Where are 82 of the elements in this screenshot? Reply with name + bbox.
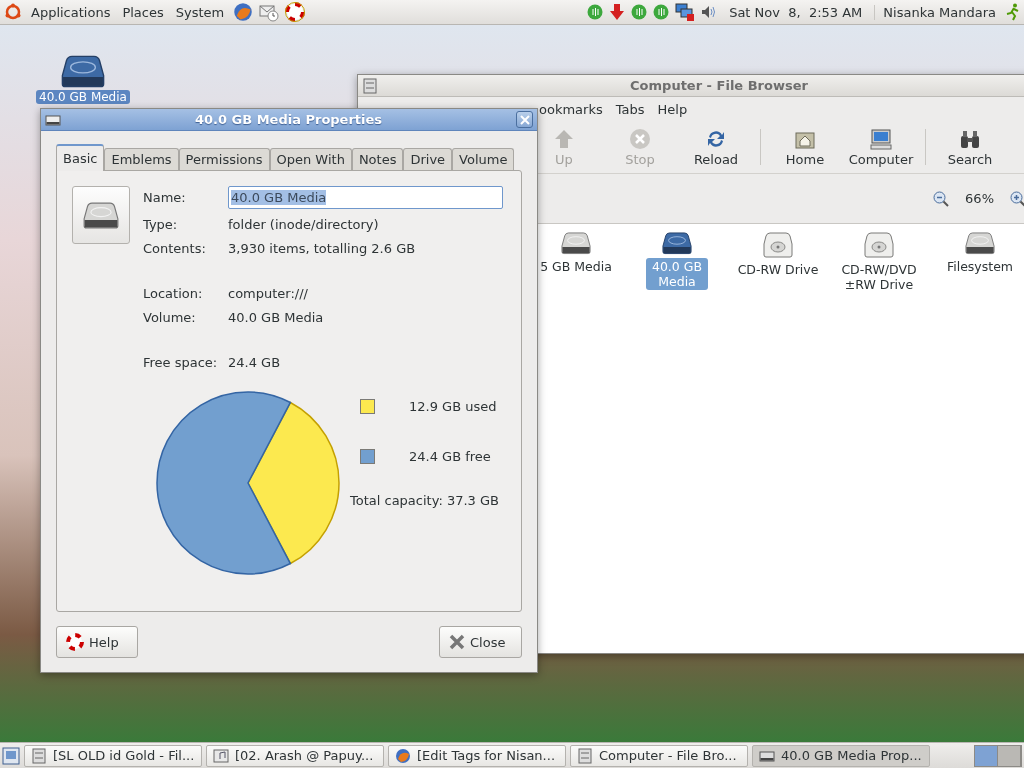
network-monitors-icon[interactable] [675, 3, 696, 21]
close-icon [519, 114, 530, 125]
browser-globe-icon [395, 747, 411, 764]
zoom-out-button[interactable] [933, 190, 950, 207]
total-capacity: Total capacity: 37.3 GB [350, 493, 499, 508]
close-icon [448, 633, 466, 651]
field-label: Volume: [143, 310, 197, 325]
tab[interactable]: Permissions [178, 148, 270, 170]
signal-icon[interactable] [631, 4, 648, 20]
tab[interactable]: Volume [452, 148, 515, 170]
zoom-level: 66% [964, 191, 995, 206]
circle-logo-icon [4, 3, 22, 21]
toolbar-button[interactable]: Reload [678, 123, 754, 171]
name-field[interactable]: 40.0 GB Media [228, 186, 503, 209]
menu-item[interactable]: Help [657, 101, 688, 117]
panel-menu[interactable]: Places [119, 4, 167, 20]
zoom-in-icon [1010, 190, 1024, 207]
tab[interactable]: Emblems [104, 148, 179, 170]
desktop-icon-label[interactable]: 40.0 GB Media [36, 90, 130, 104]
file-item-label[interactable]: Filesystem [943, 257, 1017, 275]
field-label: Free space: [143, 355, 219, 370]
task-button[interactable]: [SL OLD id Gold - Fil... [24, 744, 202, 767]
tab[interactable]: Drive [403, 148, 453, 170]
field-value: 40.0 GB Media [231, 190, 327, 205]
window-title: Computer - File Browser [629, 78, 809, 93]
music-player-icon [213, 747, 229, 764]
up-arrow-icon [553, 127, 575, 150]
show-desktop-icon[interactable] [2, 746, 20, 765]
field-label: Location: [143, 286, 204, 301]
computer-icon [870, 127, 892, 150]
task-button[interactable]: 40.0 GB Media Prop... [752, 744, 930, 767]
task-button[interactable]: [Edit Tags for Nisan... [388, 744, 566, 767]
download-arrow-icon[interactable] [609, 3, 626, 21]
icon-button[interactable] [72, 186, 130, 244]
clock[interactable]: Sat Nov 8, 2:53 AM [723, 4, 869, 20]
running-figure-icon[interactable] [1006, 3, 1020, 21]
tab[interactable]: Notes [351, 148, 404, 170]
tab[interactable]: Open With [269, 148, 352, 170]
panel-menu[interactable]: System [172, 4, 228, 20]
signal-icon[interactable] [587, 4, 604, 20]
toolbar-button[interactable]: Computer [843, 123, 919, 171]
legend-label: 12.9 GB used [408, 398, 497, 414]
file-item-label[interactable]: CD-RW/DVD ±RW Drive [831, 261, 927, 293]
menu-item[interactable]: ookmarks [539, 101, 603, 117]
signal-icon[interactable] [653, 4, 670, 20]
field-value: 40.0 GB Media [228, 310, 325, 325]
task-button[interactable]: Computer - File Bro... [570, 744, 748, 767]
speaker-icon[interactable] [701, 4, 718, 20]
tab[interactable]: Basic [56, 144, 105, 171]
field-value: 24.4 GB [228, 355, 282, 370]
dialog-title: 40.0 GB Media Properties [193, 112, 384, 127]
zoom-out-icon [933, 190, 950, 207]
field-value: computer:/// [228, 286, 309, 301]
lifebuoy-icon[interactable] [285, 2, 306, 22]
file-item-label[interactable]: CD-RW Drive [734, 261, 822, 278]
field-label: Type: [143, 217, 179, 232]
user-name[interactable]: Nisanka Mandara [874, 4, 1000, 20]
task-button[interactable]: [02. Arash @ Papuy... [206, 744, 384, 767]
zoom-in-button[interactable] [1010, 190, 1024, 207]
close-button[interactable] [516, 111, 533, 128]
optical-drive-icon [763, 232, 793, 258]
menu-item[interactable]: Tabs [615, 101, 645, 117]
lifebuoy-icon [65, 632, 85, 652]
panel-menu[interactable]: Applications [28, 4, 114, 20]
field-value: 3,930 items, totalling 2.6 GB [228, 241, 417, 256]
field-value: folder (inode/directory) [228, 217, 380, 232]
close-button[interactable]: Close [439, 626, 522, 658]
file-item-label[interactable]: 5 GB Media [537, 257, 615, 275]
legend-label: 24.4 GB free [408, 448, 491, 464]
workspace-switcher[interactable] [974, 744, 1022, 767]
stop-icon [629, 127, 651, 150]
field-label: Name: [143, 190, 187, 205]
mail-clock-icon[interactable] [259, 2, 280, 22]
toolbar-button[interactable]: Search [932, 123, 1008, 171]
optical-drive-icon [864, 232, 894, 258]
file-cabinet-icon [577, 747, 593, 764]
field-label: Contents: [143, 241, 207, 256]
browser-globe-icon[interactable] [233, 2, 254, 22]
file-cabinet-icon [31, 747, 47, 764]
file-cabinet-icon [362, 77, 378, 94]
help-button[interactable]: Help [56, 626, 138, 658]
toolbar-button[interactable]: Home [767, 123, 843, 171]
